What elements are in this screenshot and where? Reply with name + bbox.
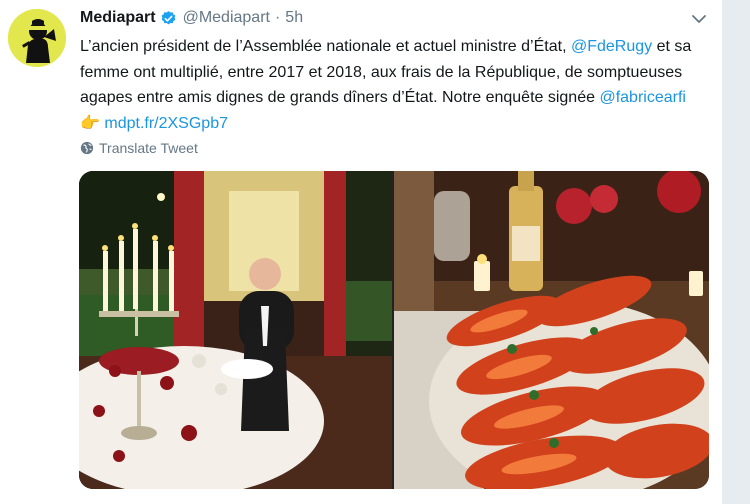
tweet-text: L’ancien président de l’Assemblée nation… <box>80 34 710 136</box>
mention-fderugy[interactable]: @FdeRugy <box>571 38 652 55</box>
author-handle[interactable]: @Mediapart <box>183 9 270 27</box>
mention-fabricearfi[interactable]: @fabricearfi <box>599 89 686 106</box>
media-grid <box>79 171 709 489</box>
tweet-timestamp[interactable]: 5h <box>285 9 303 27</box>
mediapart-logo-icon <box>8 9 66 67</box>
tweet-link[interactable]: mdpt.fr/2XSGpb7 <box>104 115 228 132</box>
tweet-header: Mediapart @Mediapart · 5h <box>80 8 303 28</box>
translate-tweet-label: Translate Tweet <box>99 140 198 156</box>
tweet-card[interactable]: Mediapart @Mediapart · 5h L’ancien prési… <box>0 0 722 504</box>
tweet-text-part: L’ancien président de l’Assemblée nation… <box>80 38 571 55</box>
pointing-hand-emoji: 👉 <box>80 114 100 132</box>
separator-dot: · <box>274 9 281 26</box>
photo-lobster-platter[interactable] <box>394 171 709 489</box>
avatar[interactable] <box>8 9 66 67</box>
translate-tweet-button[interactable]: Translate Tweet <box>80 140 198 156</box>
verified-badge-icon <box>161 10 175 24</box>
page-background-strip <box>722 0 750 504</box>
chevron-down-icon[interactable] <box>690 12 708 26</box>
author-name[interactable]: Mediapart <box>80 9 156 27</box>
photo-dinner-table[interactable] <box>79 171 392 489</box>
globe-icon <box>80 141 94 155</box>
